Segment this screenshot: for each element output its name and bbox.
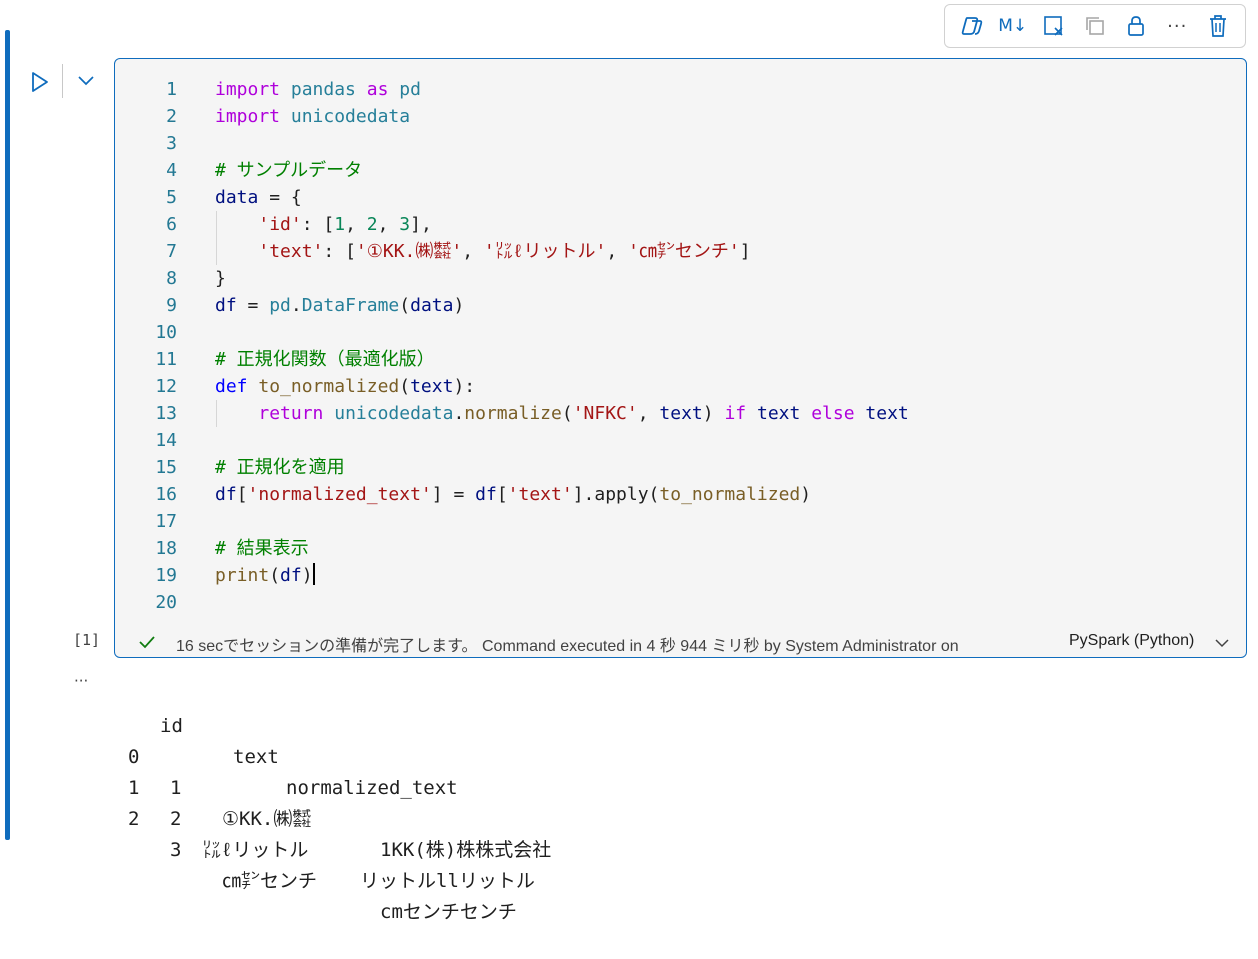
output-text: ①KK.㈱㍿: [222, 808, 312, 830]
code-line: 5 data = {: [115, 184, 1246, 211]
code-line: 14: [115, 427, 1246, 454]
code-comment: # 結果表示: [215, 538, 309, 559]
code-line: 8}: [115, 265, 1246, 292]
output-header-row: id text normalized_text: [120, 680, 458, 799]
code-comment: # サンプルデータ: [215, 160, 363, 181]
code-comment: # 正規化を適用: [215, 457, 345, 478]
line-number: 9: [166, 295, 177, 316]
delete-icon[interactable]: [1203, 11, 1233, 41]
code-line: 1 import pandas as pd: [115, 76, 1246, 103]
copy-icon[interactable]: [1080, 11, 1110, 41]
output-text: ㍑ℓリットル: [202, 839, 309, 861]
line-number: 7: [166, 241, 177, 262]
checkmark-icon: [137, 632, 157, 652]
cell-toolbar: M↓ ···: [944, 4, 1246, 48]
code-line: 16 df['normalized_text'] = df['text'].app…: [115, 481, 1246, 508]
code-line: 12 def to_normalized(text):: [115, 373, 1246, 400]
clear-output-icon[interactable]: [1039, 11, 1069, 41]
line-number: 8: [166, 268, 177, 289]
line-number: 6: [166, 214, 177, 235]
output-id: 1: [170, 777, 182, 799]
chevron-down-icon[interactable]: [76, 70, 96, 90]
output-row: 0 1 ①KK.㈱㍿ 1KK(株)株株式会社: [120, 711, 551, 861]
line-number: 11: [155, 349, 177, 370]
output-id: 2: [170, 808, 182, 830]
output-more-icon[interactable]: ···: [74, 672, 88, 690]
code-string: '㎝㌢センチ': [628, 241, 740, 262]
line-number: 3: [166, 133, 177, 154]
code-line: 17: [115, 508, 1246, 535]
output-header-normalized: normalized_text: [286, 777, 458, 799]
lock-icon[interactable]: [1121, 11, 1151, 41]
code-line: 9 df = pd.DataFrame(data): [115, 292, 1246, 319]
output-header-text: text: [233, 746, 279, 768]
cell-status-bar: 16 secでセッションの準備が完了します。 Command executed …: [115, 626, 1246, 657]
code-line: 7 'text': ['①KK.㈱㍿', '㍑ℓリットル', '㎝㌢センチ']: [115, 238, 1246, 265]
line-number: 12: [155, 376, 177, 397]
code-line: 4 # サンプルデータ: [115, 157, 1246, 184]
code-string: '①KK.㈱㍿': [355, 241, 463, 262]
line-number: 10: [155, 322, 177, 343]
output-row: 1 2 ㍑ℓリットル リットルllリットル: [120, 742, 535, 892]
output-normalized: cmセンチセンチ: [380, 901, 517, 923]
execution-count: [1]: [73, 631, 101, 649]
run-cell-icon[interactable]: [28, 68, 52, 96]
execution-status-text: 16 secでセッションの準備が完了します。 Command executed …: [176, 638, 959, 655]
cell-output: id text normalized_text 0 1 ①KK.㈱㍿ 1KK(株…: [120, 680, 551, 923]
code-line: 15 # 正規化を適用: [115, 454, 1246, 481]
output-normalized: 1KK(株)株株式会社: [380, 839, 552, 861]
line-number: 14: [155, 430, 177, 451]
code-line: 19 print(df): [115, 562, 1246, 589]
language-selector[interactable]: PySpark (Python): [1069, 632, 1194, 650]
chevron-down-icon[interactable]: [1213, 634, 1231, 652]
code-line: 10: [115, 319, 1246, 346]
text-cursor: [312, 563, 315, 585]
code-line: 20: [115, 589, 1246, 616]
run-separator: [62, 64, 63, 98]
line-number: 13: [155, 403, 177, 424]
output-row: 2 3 ㎝㌢センチ cmセンチセンチ: [120, 773, 517, 923]
line-number: 16: [155, 484, 177, 505]
code-comment: # 正規化関数（最適化版）: [215, 349, 435, 370]
more-icon[interactable]: ···: [1162, 11, 1192, 41]
line-number: 5: [166, 187, 177, 208]
code-line: 18 # 結果表示: [115, 535, 1246, 562]
line-number: 15: [155, 457, 177, 478]
line-number: 17: [155, 511, 177, 532]
line-number: 19: [155, 565, 177, 586]
code-line: 13 return unicodedata.normalize('NFKC', …: [115, 400, 1246, 427]
output-id: 3: [170, 839, 182, 861]
output-text: ㎝㌢センチ: [222, 870, 318, 892]
code-string: '㍑ℓリットル': [483, 241, 607, 262]
code-line: 6 'id': [1, 2, 3],: [115, 211, 1246, 238]
cell-focus-indicator: [5, 30, 10, 840]
markdown-icon[interactable]: M↓: [998, 11, 1028, 41]
output-normalized: リットルllリットル: [360, 870, 535, 892]
code-line: 11 # 正規化関数（最適化版）: [115, 346, 1246, 373]
output-index: 2: [128, 808, 140, 830]
line-number: 2: [166, 106, 177, 127]
line-number: 20: [155, 592, 177, 613]
code-editor[interactable]: 1 import pandas as pd 2 import unicodedata…: [115, 76, 1246, 616]
code-line: 2 import unicodedata: [115, 103, 1246, 130]
code-line: 3: [115, 130, 1246, 157]
line-number: 1: [166, 79, 177, 100]
line-number: 18: [155, 538, 177, 559]
copilot-icon[interactable]: [957, 11, 987, 41]
line-number: 4: [166, 160, 177, 181]
code-cell[interactable]: 1 import pandas as pd 2 import unicodedata…: [114, 58, 1247, 658]
